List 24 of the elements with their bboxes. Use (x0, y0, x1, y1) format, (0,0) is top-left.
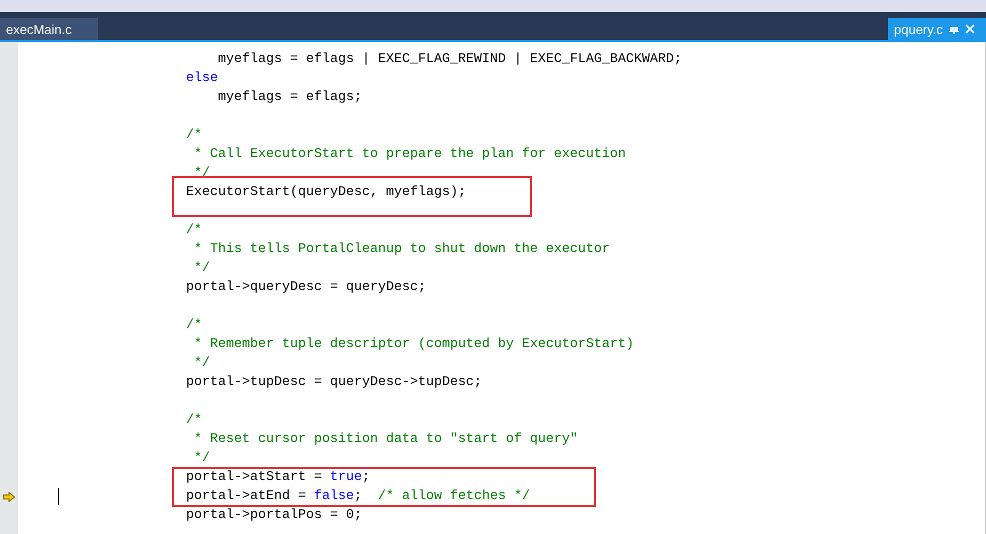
code-line: /* (186, 413, 202, 428)
code-line: * Call ExecutorStart to prepare the plan for execution (192, 147, 626, 162)
close-icon[interactable] (964, 24, 975, 34)
code-line: portal->portalPos = 0; (186, 508, 362, 523)
editor-tab[interactable]: execMain.c (0, 18, 98, 40)
code-line: portal->tupDesc = queryDesc->tupDesc; (186, 375, 482, 390)
code-line: /* (186, 318, 202, 333)
code-line: */ (192, 261, 210, 276)
code-line: /* (186, 223, 202, 238)
code-line: * Reset cursor position data to "start of query" (192, 432, 578, 447)
code-line: */ (192, 451, 210, 466)
code-line: portal->queryDesc = queryDesc; (186, 280, 426, 295)
pin-icon[interactable] (948, 24, 959, 34)
code-line: */ (192, 356, 210, 371)
code-line: /* (186, 128, 202, 143)
code-line: else (186, 71, 218, 86)
code-line: portal->atStart = true; (186, 470, 370, 485)
code-line: ExecutorStart(queryDesc, myeflags); (186, 185, 466, 200)
code-line: * This tells PortalCleanup to shut down the executor (192, 242, 610, 257)
code-line: portal->atEnd = false; /* allow fetches */ (186, 489, 530, 504)
code-line: myeflags = eflags | EXEC_FLAG_REWIND | EXEC_FLAG_BACKWARD; (216, 52, 682, 67)
code-line: * Remember tuple descriptor (computed by ExecutorStart) (192, 337, 634, 352)
code-line: */ (192, 166, 210, 181)
code-line: myeflags = eflags; (216, 90, 362, 105)
